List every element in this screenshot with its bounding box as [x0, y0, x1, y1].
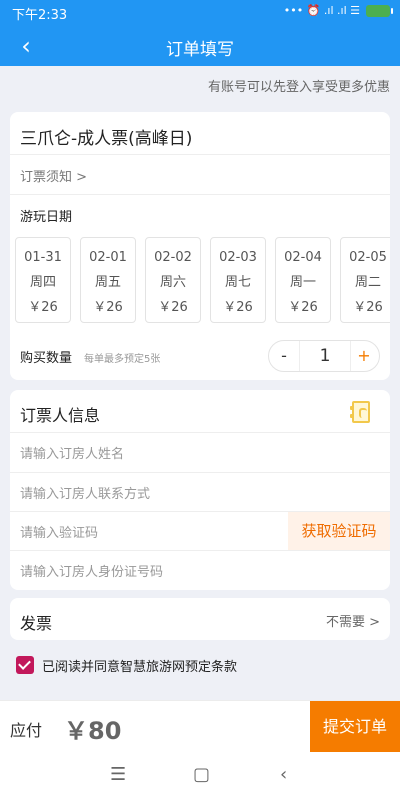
invoice-row[interactable]: 发票 不需要 >	[10, 598, 390, 640]
price-text: ￥26	[158, 300, 188, 315]
status-time: 下午2:33	[12, 8, 68, 23]
page-title: 订单填写	[166, 40, 234, 60]
contact-book-icon[interactable]	[350, 401, 370, 423]
booker-name-placeholder: 请输入订房人姓名	[20, 447, 125, 462]
price-text: ￥26	[353, 300, 383, 315]
weekday-text: 周一	[289, 275, 316, 290]
date-text: 02-04	[284, 250, 322, 265]
booker-phone-field[interactable]: 请输入订房人联系方式	[10, 473, 390, 512]
booking-notice-link[interactable]: 订票须知 >	[20, 166, 87, 185]
menu-icon[interactable]: ☰	[110, 764, 126, 785]
ticket-name: 三爪仑-成人票(高峰日)	[20, 129, 193, 149]
price-text: ￥26	[223, 300, 253, 315]
price-text: ￥26	[288, 300, 318, 315]
booker-phone-placeholder: 请输入订房人联系方式	[20, 487, 151, 502]
increase-button[interactable]: +	[349, 341, 379, 371]
weekday-text: 周五	[94, 275, 121, 290]
divider	[10, 154, 390, 155]
checkout-bar: 应付 ￥80 提交订单	[0, 700, 400, 753]
date-option[interactable]: 02-04 周一 ￥26	[275, 237, 331, 323]
price-text: ￥26	[93, 300, 123, 315]
weekday-text: 周六	[159, 275, 186, 290]
weekday-text: 周四	[29, 275, 56, 290]
date-text: 02-05	[349, 250, 387, 265]
date-option[interactable]: 02-03 周七 ￥26	[210, 237, 266, 323]
decrease-button[interactable]: -	[269, 341, 299, 371]
booker-name-field[interactable]: 请输入订房人姓名	[10, 433, 390, 472]
amount-value: ￥80	[64, 717, 122, 745]
date-option[interactable]: 02-01 周五 ￥26	[80, 237, 136, 323]
date-text: 02-01	[89, 250, 127, 265]
booker-section-title: 订票人信息	[20, 406, 101, 425]
booker-id-field[interactable]: 请输入订房人身份证号码	[10, 551, 390, 590]
app-header: ‹ 订单填写	[0, 26, 400, 66]
home-icon[interactable]: ▢	[193, 764, 210, 785]
date-option[interactable]: 02-05 周二 ￥26	[340, 237, 390, 323]
date-text: 01-31	[24, 250, 62, 265]
agreement-checkbox[interactable]	[16, 656, 34, 674]
verification-code-field[interactable]: 请输入验证码 获取验证码	[10, 512, 390, 551]
weekday-text: 周二	[354, 275, 381, 290]
get-code-button[interactable]: 获取验证码	[288, 512, 390, 551]
date-section-title: 游玩日期	[20, 210, 73, 225]
price-text: ￥26	[28, 300, 58, 315]
verification-code-placeholder: 请输入验证码	[20, 526, 99, 541]
invoice-value[interactable]: 不需要 >	[326, 611, 380, 630]
ticket-card: 三爪仑-成人票(高峰日) 订票须知 > 游玩日期 01-31 周四 ￥26 02…	[10, 112, 390, 380]
divider	[10, 194, 390, 195]
login-promo-text[interactable]: 有账号可以先登入享受更多优惠	[208, 76, 390, 95]
booker-id-placeholder: 请输入订房人身份证号码	[20, 565, 164, 580]
date-text: 02-03	[219, 250, 257, 265]
date-option[interactable]: 02-02 周六 ￥26	[145, 237, 201, 323]
agreement-text[interactable]: 已阅读并同意智慧旅游网预定条款	[42, 656, 237, 675]
date-option[interactable]: 01-31 周四 ￥26	[15, 237, 71, 323]
back-icon[interactable]: ‹	[280, 764, 287, 785]
battery-charging-icon	[366, 4, 393, 17]
date-selector: 01-31 周四 ￥26 02-01 周五 ￥26 02-02 周六 ￥26 0…	[10, 237, 390, 323]
amount-label: 应付	[10, 721, 43, 740]
booker-info-card: 订票人信息 请输入订房人姓名 请输入订房人联系方式 请输入验证码 获取验证码 请…	[10, 390, 390, 590]
submit-order-button[interactable]: 提交订单	[310, 701, 400, 753]
weekday-text: 周七	[224, 275, 251, 290]
quantity-value[interactable]: 1	[299, 341, 351, 371]
date-text: 02-02	[154, 250, 192, 265]
invoice-label: 发票	[20, 614, 53, 633]
status-icons: ••• ⏰ .ıl .ıl ☰	[283, 4, 393, 17]
status-bar: 下午2:33 ••• ⏰ .ıl .ıl ☰	[0, 0, 400, 26]
status-icon-text: ••• ⏰ .ıl .ıl ☰	[283, 4, 360, 17]
quantity-label: 购买数量	[20, 351, 73, 366]
agreement-row[interactable]: 已阅读并同意智慧旅游网预定条款	[16, 655, 237, 675]
quantity-hint: 每单最多预定5张	[84, 354, 161, 365]
system-nav-bar: ☰ ▢ ‹	[0, 752, 400, 800]
quantity-stepper: - 1 +	[268, 340, 380, 372]
